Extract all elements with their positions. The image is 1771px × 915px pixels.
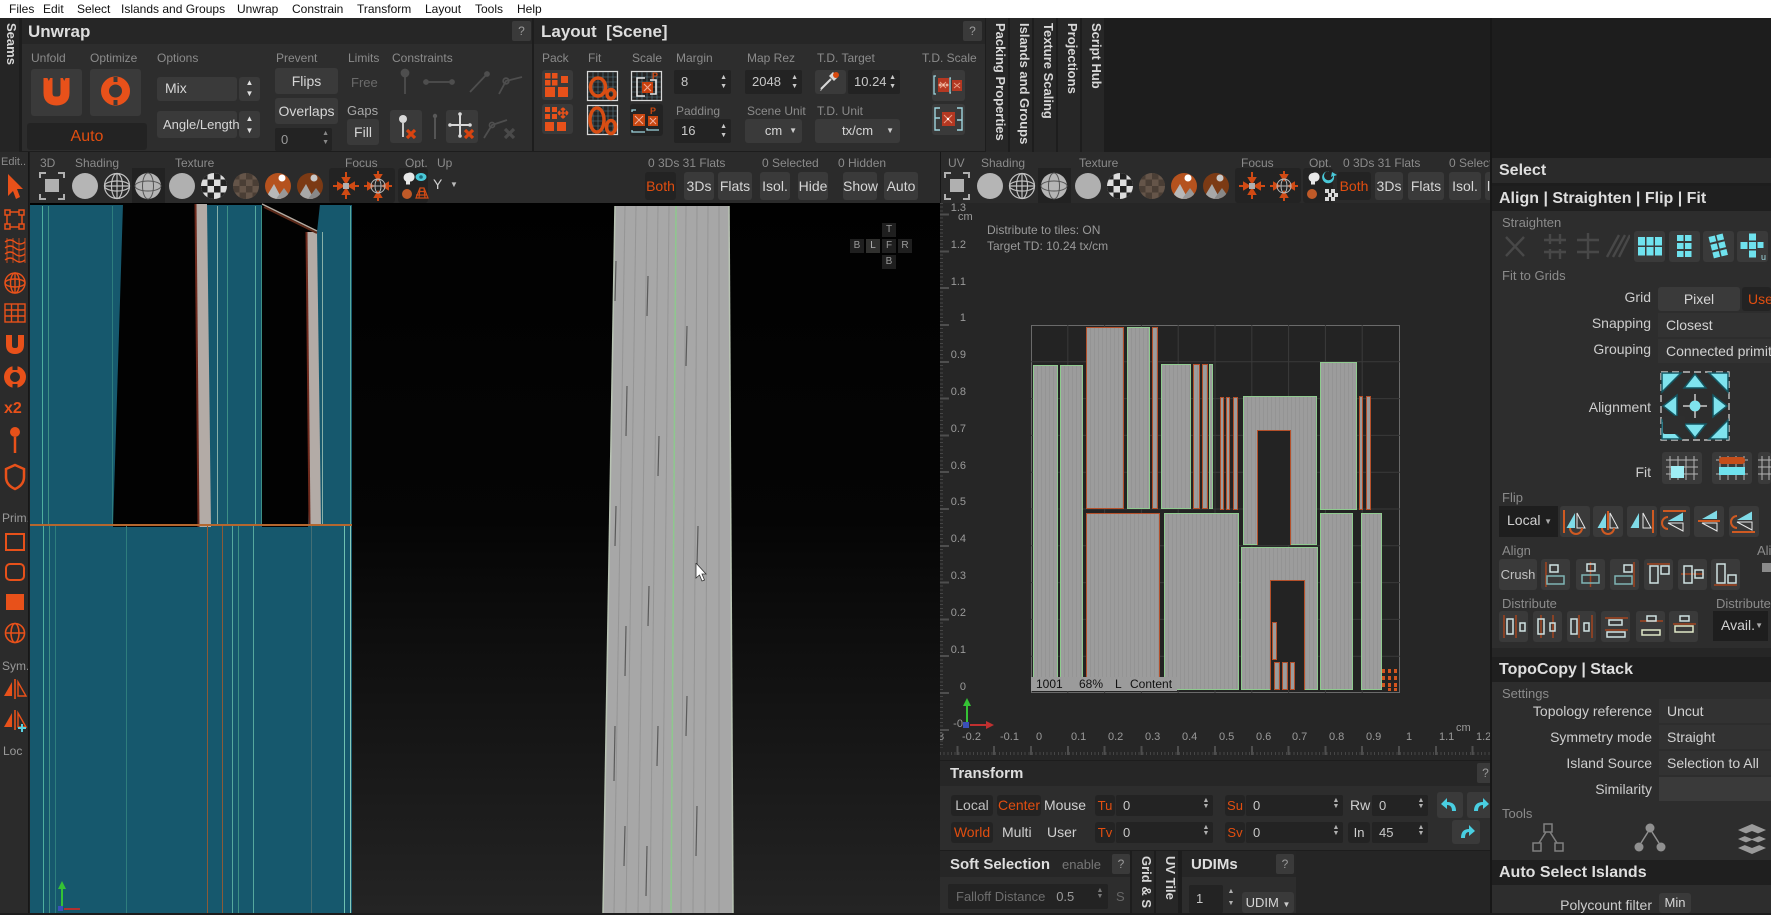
svg-text:Prim.: Prim.: [2, 511, 28, 525]
svg-text:u: u: [1761, 252, 1766, 262]
svg-text:P: P: [652, 71, 658, 81]
svg-text:x2: x2: [4, 400, 22, 417]
svg-text:Sym.: Sym.: [2, 659, 28, 673]
svg-text:Loc: Loc: [3, 744, 22, 758]
svg-text:P: P: [650, 106, 656, 116]
